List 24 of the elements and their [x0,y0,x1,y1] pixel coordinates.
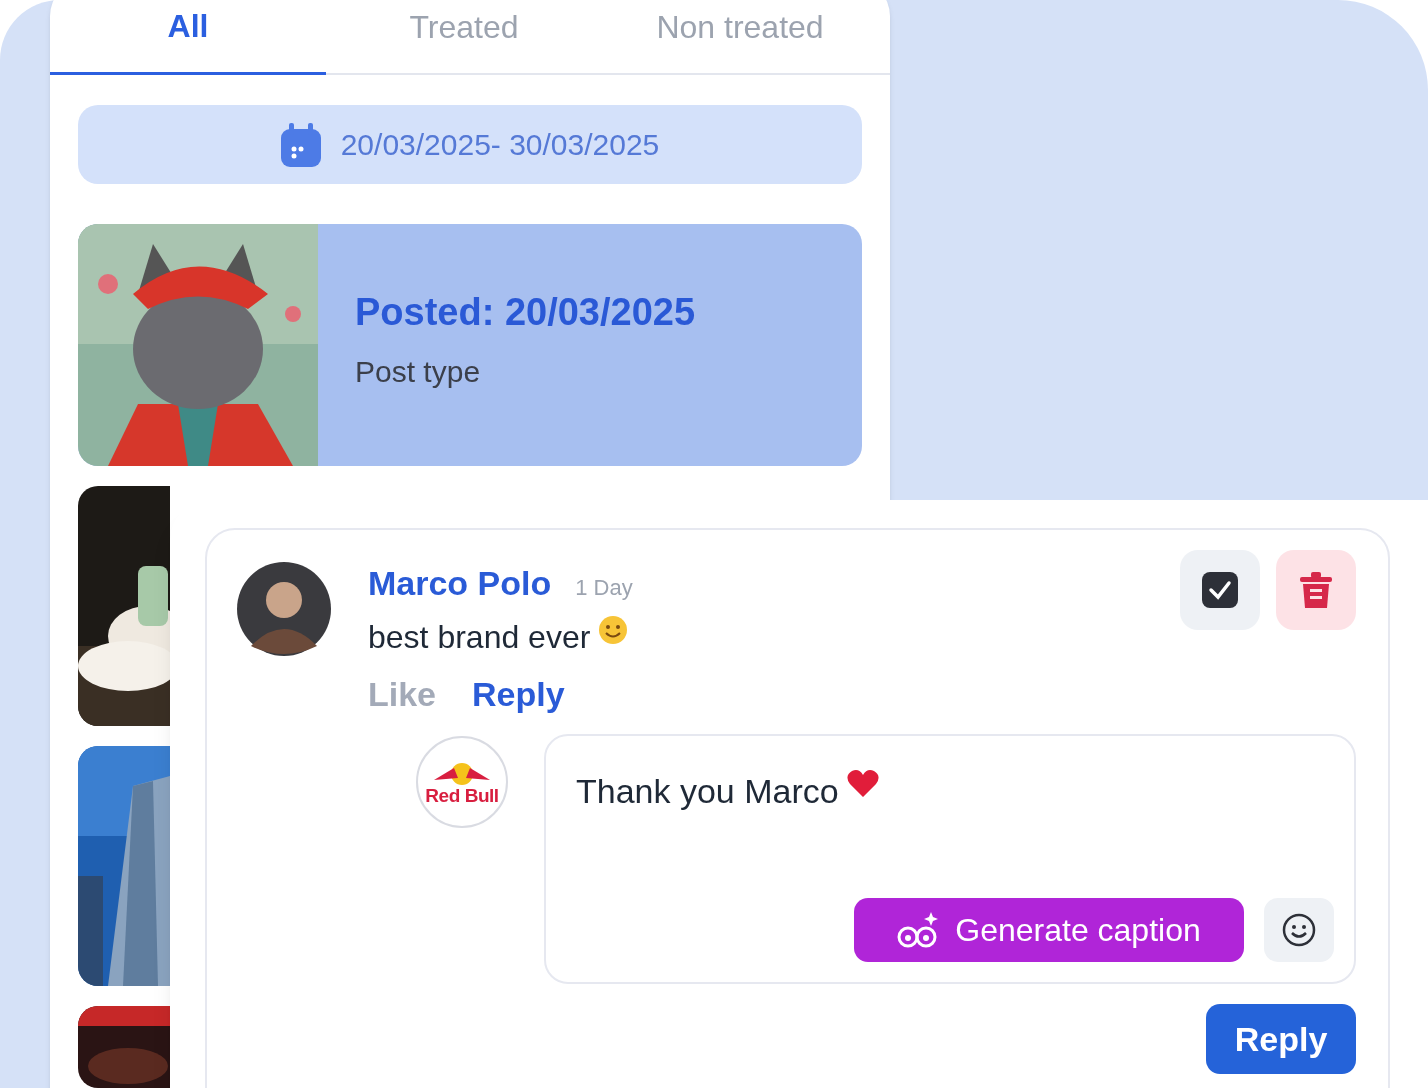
date-range-field[interactable]: 20/03/2025- 30/03/2025 [78,105,862,184]
post-date: Posted: 20/03/2025 [355,290,696,335]
reply-button[interactable]: Reply [1206,1004,1356,1074]
trash-icon [1300,572,1332,608]
smile-icon [598,615,629,645]
emoji-button[interactable] [1264,898,1334,962]
author-name[interactable]: Marco Polo [368,558,552,609]
smiley-icon [1282,913,1316,947]
comment-text: best brand ever [368,618,591,657]
generate-caption-button[interactable]: Generate caption [854,898,1244,962]
post-card[interactable]: Posted: 20/03/2025 Post type [78,224,862,466]
reply-field[interactable]: Thank you Marco Generate caption [544,734,1356,984]
comment-time: 1 Day [575,574,633,602]
checkbox-icon [1202,572,1238,608]
calendar-icon [280,122,321,167]
tab[interactable]: All [167,2,209,50]
heart-icon [846,767,879,798]
approve-button[interactable] [1180,550,1260,630]
post-type: Post type [355,354,482,390]
comment-action-link[interactable]: Reply [472,669,565,720]
sparkle-goggles-icon [897,910,940,950]
delete-button[interactable] [1276,550,1356,630]
logo-text: Red Bull [425,785,499,805]
reply-text: Thank you Marco [576,771,839,812]
